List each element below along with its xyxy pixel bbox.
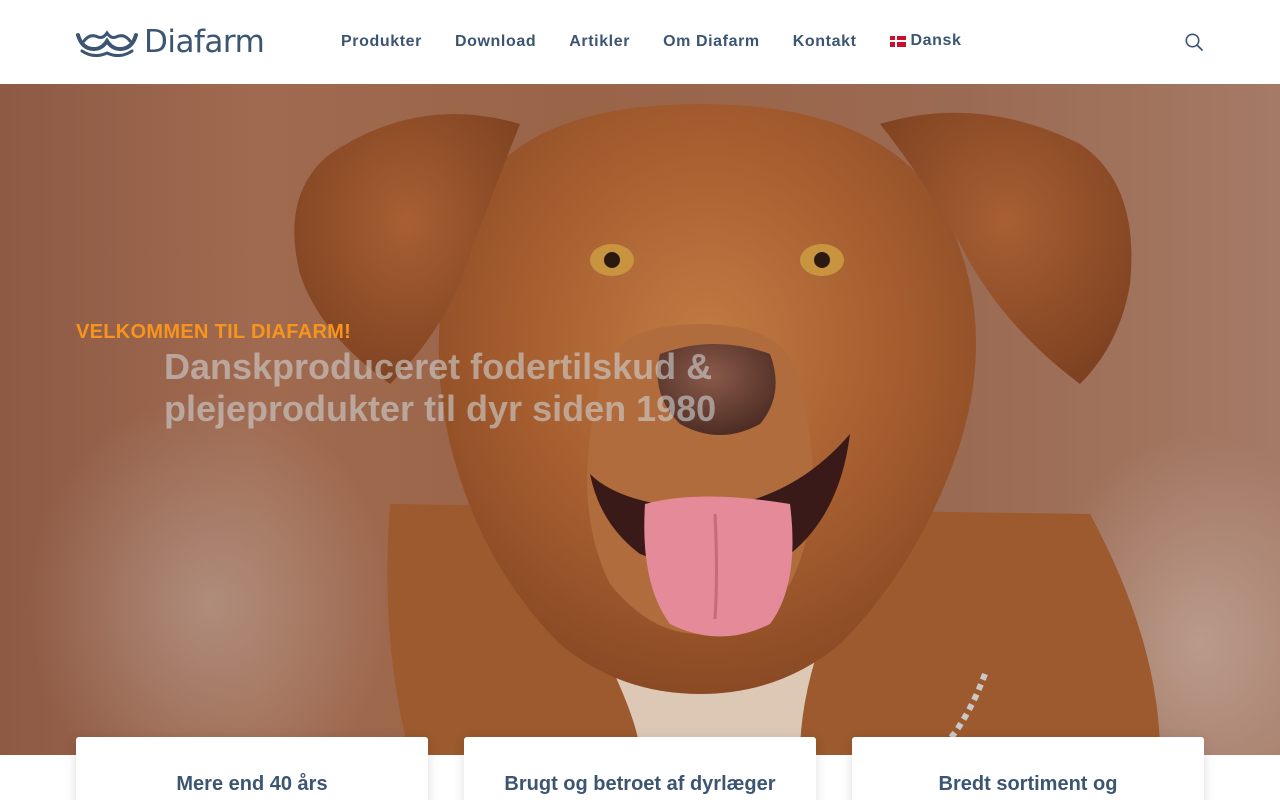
search-icon: [1185, 33, 1203, 51]
language-label: Dansk: [910, 32, 962, 49]
main-nav: Produkter Download Artikler Om Diafarm K…: [341, 30, 962, 54]
feature-card-title: Mere end 40 års: [176, 773, 328, 795]
logo-waves-icon: [76, 30, 138, 57]
search-button[interactable]: [1184, 32, 1204, 52]
logo-wordmark: Diafarm: [144, 24, 265, 60]
feature-card-vets: Brugt og betroet af dyrlæger: [464, 737, 816, 800]
language-selector[interactable]: Dansk: [889, 29, 962, 53]
feature-card-title: Bredt sortiment og: [938, 773, 1118, 795]
nav-item-om-diafarm[interactable]: Om Diafarm: [663, 30, 760, 54]
hero-title: Danskproduceret fodertilskud & plejeprod…: [164, 346, 717, 429]
hero-kicker: VELKOMMEN TIL DIAFARM!: [76, 321, 352, 343]
nav-item-artikler[interactable]: Artikler: [569, 30, 630, 54]
feature-card-title: Brugt og betroet af dyrlæger: [504, 773, 776, 795]
diafarm-logo[interactable]: Diafarm: [76, 24, 265, 60]
nav-item-kontakt[interactable]: Kontakt: [793, 30, 857, 54]
feature-card-experience: Mere end 40 års: [76, 737, 428, 800]
denmark-flag-icon: [889, 35, 906, 47]
hero-banner: VELKOMMEN TIL DIAFARM! Danskproduceret f…: [0, 84, 1280, 755]
nav-item-download[interactable]: Download: [455, 30, 536, 54]
feature-card-assortment: Bredt sortiment og: [852, 737, 1204, 800]
site-header: Diafarm Produkter Download Artikler Om D…: [0, 0, 1280, 84]
nav-item-produkter[interactable]: Produkter: [341, 30, 422, 54]
